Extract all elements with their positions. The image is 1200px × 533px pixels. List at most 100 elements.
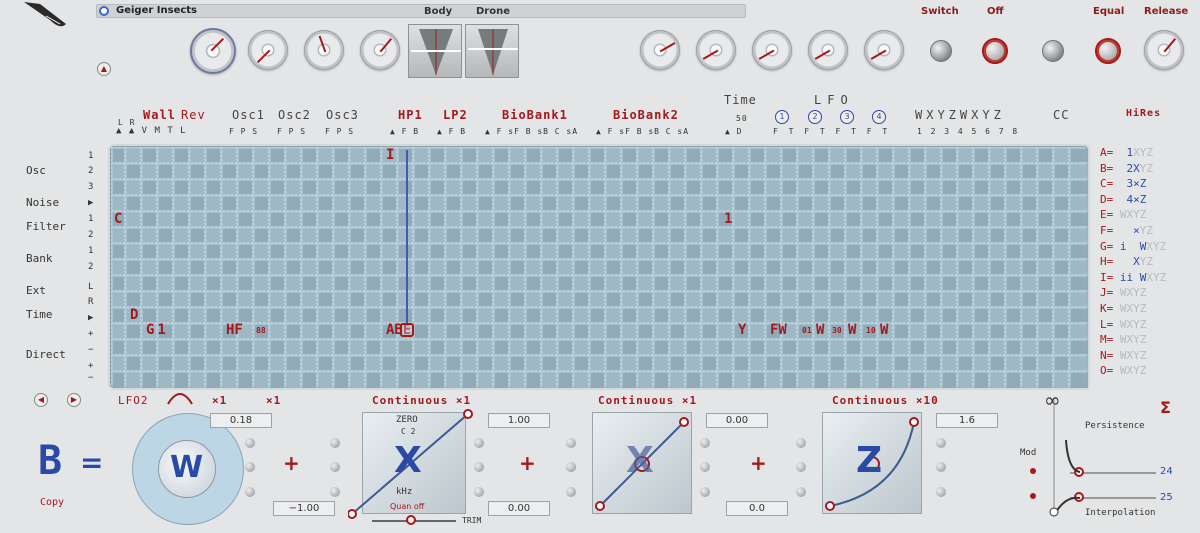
matrix-cell[interactable] — [751, 181, 764, 194]
matrix-cell[interactable] — [879, 181, 892, 194]
matrix-cell[interactable] — [831, 261, 844, 274]
matrix-cell[interactable] — [367, 213, 380, 226]
connector-dot[interactable] — [700, 487, 710, 497]
matrix-cell[interactable] — [463, 325, 476, 338]
matrix-cell[interactable] — [127, 325, 140, 338]
matrix-cell[interactable] — [927, 341, 940, 354]
matrix-cell[interactable] — [911, 213, 924, 226]
lfo-button-3[interactable]: 3 — [840, 110, 854, 124]
lfo-button-2[interactable]: 2 — [808, 110, 822, 124]
matrix-cell[interactable] — [113, 325, 124, 338]
matrix-cell[interactable] — [1007, 245, 1020, 258]
matrix-cell[interactable] — [495, 245, 508, 258]
row-number[interactable]: R — [88, 297, 93, 307]
matrix-cell[interactable] — [863, 341, 876, 354]
matrix-cell[interactable] — [463, 181, 476, 194]
matrix-cell[interactable] — [991, 357, 1004, 370]
matrix-cell[interactable] — [751, 229, 764, 242]
matrix-cell[interactable] — [863, 277, 876, 290]
matrix-cell[interactable] — [559, 197, 572, 210]
matrix-cell[interactable] — [815, 181, 828, 194]
matrix-cell[interactable] — [719, 357, 732, 370]
hires-row[interactable]: N= WXYZ — [1100, 349, 1146, 362]
row-number[interactable]: 1 — [88, 214, 93, 224]
matrix-cell[interactable] — [143, 293, 156, 306]
matrix-cell[interactable] — [895, 197, 908, 210]
matrix-cell[interactable] — [815, 277, 828, 290]
matrix-cell[interactable] — [991, 229, 1004, 242]
matrix-cell[interactable] — [975, 165, 988, 178]
matrix-cell[interactable] — [239, 245, 252, 258]
matrix-cell[interactable] — [671, 277, 684, 290]
matrix-cell[interactable] — [671, 293, 684, 306]
matrix-cell[interactable] — [113, 149, 124, 162]
matrix-cell[interactable] — [591, 357, 604, 370]
matrix-cell[interactable] — [1039, 245, 1052, 258]
lfo-button-4[interactable]: 4 — [872, 110, 886, 124]
matrix-cell[interactable] — [527, 181, 540, 194]
matrix-cell[interactable] — [543, 309, 556, 322]
matrix-cell[interactable] — [863, 149, 876, 162]
matrix-cell[interactable] — [879, 213, 892, 226]
matrix-cell[interactable] — [1007, 357, 1020, 370]
row-number[interactable]: − — [88, 345, 93, 355]
matrix-cell[interactable] — [223, 261, 236, 274]
matrix-cell[interactable] — [655, 245, 668, 258]
matrix-cell[interactable] — [207, 325, 220, 338]
matrix-cell[interactable] — [927, 357, 940, 370]
matrix-cell[interactable] — [319, 341, 332, 354]
matrix-cell[interactable] — [511, 261, 524, 274]
matrix-cell[interactable] — [639, 309, 652, 322]
matrix-cell[interactable] — [831, 181, 844, 194]
matrix-cell[interactable] — [271, 341, 284, 354]
matrix-cell[interactable] — [271, 229, 284, 242]
matrix-cell[interactable] — [431, 357, 444, 370]
matrix-cell[interactable] — [191, 341, 204, 354]
power-icon[interactable] — [99, 6, 109, 16]
matrix-cell[interactable] — [127, 373, 140, 388]
matrix-cell[interactable] — [735, 197, 748, 210]
matrix-cell[interactable] — [127, 261, 140, 274]
matrix-cell[interactable] — [1007, 197, 1020, 210]
matrix-cell[interactable] — [479, 245, 492, 258]
matrix-cell[interactable] — [1007, 277, 1020, 290]
matrix-cell[interactable] — [607, 341, 620, 354]
matrix-cell[interactable] — [671, 373, 684, 388]
matrix-cell[interactable] — [207, 181, 220, 194]
matrix-cell[interactable] — [1023, 309, 1036, 322]
matrix-cell[interactable] — [719, 197, 732, 210]
matrix-cell[interactable] — [943, 165, 956, 178]
connector-dot[interactable] — [936, 462, 946, 472]
matrix-cell[interactable] — [751, 293, 764, 306]
matrix-cell[interactable] — [847, 229, 860, 242]
matrix-cell[interactable] — [383, 181, 396, 194]
value-100[interactable]: 1.00 — [488, 413, 550, 428]
matrix-cell[interactable] — [607, 213, 620, 226]
matrix-cell[interactable] — [543, 181, 556, 194]
matrix-cell[interactable] — [543, 261, 556, 274]
matrix-cell[interactable] — [559, 373, 572, 388]
matrix-cell[interactable] — [367, 181, 380, 194]
hires-row[interactable]: C= 3×Z — [1100, 177, 1146, 190]
prev-button[interactable]: ◀ — [34, 393, 48, 407]
row-number[interactable]: + — [88, 329, 93, 339]
matrix-cell[interactable] — [1007, 325, 1020, 338]
matrix-cell[interactable] — [639, 197, 652, 210]
matrix-cell[interactable] — [113, 373, 124, 388]
knob-4[interactable] — [360, 30, 400, 70]
hires-row[interactable]: O= WXYZ — [1100, 364, 1146, 377]
matrix-cell[interactable] — [719, 293, 732, 306]
matrix-cell[interactable] — [559, 229, 572, 242]
connector-dot[interactable] — [245, 438, 255, 448]
matrix-cell[interactable] — [527, 165, 540, 178]
matrix-cell[interactable] — [271, 325, 284, 338]
matrix-cell[interactable] — [175, 293, 188, 306]
matrix-cell[interactable] — [239, 165, 252, 178]
matrix-cell[interactable] — [367, 165, 380, 178]
matrix-cell[interactable] — [879, 245, 892, 258]
matrix-cell[interactable] — [1007, 293, 1020, 306]
matrix-cell[interactable] — [223, 357, 236, 370]
matrix-cell[interactable] — [495, 213, 508, 226]
matrix-cell[interactable] — [303, 309, 316, 322]
matrix-cell[interactable] — [431, 213, 444, 226]
